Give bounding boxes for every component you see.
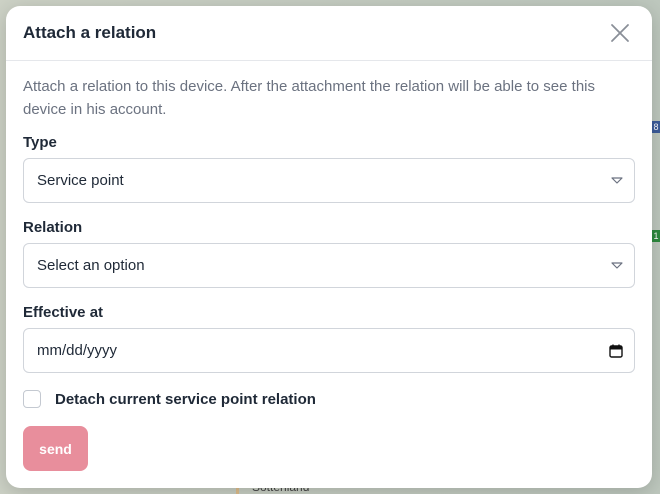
- relation-select[interactable]: Select an option: [23, 243, 635, 288]
- relation-label: Relation: [23, 219, 83, 236]
- type-select[interactable]: Service point: [23, 158, 635, 203]
- modal-header: Attach a relation: [6, 6, 652, 61]
- date-placeholder: mm/dd/yyyy: [37, 342, 118, 359]
- effective-at-date-input[interactable]: mm/dd/yyyy: [23, 328, 635, 373]
- detach-checkbox[interactable]: [23, 390, 41, 408]
- type-select-value: Service point: [37, 172, 124, 189]
- detach-checkbox-label[interactable]: Detach current service point relation: [55, 391, 316, 408]
- effective-at-field: Effective at mm/dd/yyyy: [23, 304, 635, 373]
- relation-field: Relation Select an option: [23, 219, 635, 288]
- map-route-badge: 1: [652, 230, 660, 242]
- relation-select-value: Select an option: [37, 257, 145, 274]
- map-route-badge: 8: [652, 121, 660, 133]
- send-button[interactable]: send: [23, 426, 88, 471]
- type-label: Type: [23, 134, 57, 151]
- modal-body: Attach a relation to this device. After …: [6, 61, 652, 471]
- calendar-icon[interactable]: [609, 344, 623, 358]
- detach-checkbox-row: Detach current service point relation: [23, 390, 635, 408]
- chevron-down-icon: [611, 261, 623, 269]
- effective-at-label: Effective at: [23, 304, 104, 321]
- chevron-down-icon: [611, 176, 623, 184]
- close-button[interactable]: [608, 21, 632, 45]
- modal-title: Attach a relation: [23, 23, 157, 42]
- close-icon: [611, 24, 629, 42]
- type-field: Type Service point: [23, 134, 635, 203]
- modal-description: Attach a relation to this device. After …: [23, 78, 595, 118]
- attach-relation-modal: Attach a relation Attach a relation to t…: [6, 6, 652, 488]
